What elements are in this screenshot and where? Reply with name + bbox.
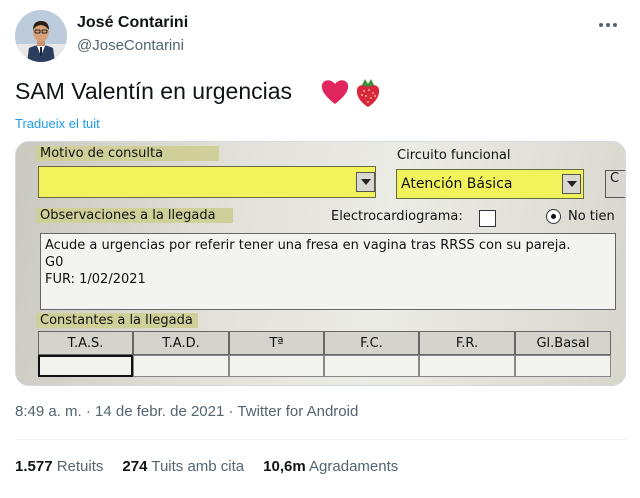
tweet-meta: 8:49 a. m. · 14 de febr. de 2021 · Twitt… — [15, 403, 358, 420]
tweet-media-image[interactable]: Motivo de consulta Circuito funcional At… — [15, 141, 626, 386]
retweets-stat[interactable]: 1.577 Retuits — [15, 458, 103, 475]
column-header: T.A.S. — [38, 331, 133, 355]
meta-separator: · — [85, 403, 91, 420]
author-handle[interactable]: @JoseContarini — [77, 37, 184, 54]
circuito-label: Circuito funcional — [397, 148, 511, 163]
quote-tweets-stat[interactable]: 274 Tuits amb cita — [122, 458, 244, 475]
tweet-header: José Contarini @JoseContarini — [15, 10, 625, 64]
avatar[interactable] — [15, 10, 67, 62]
no-tiene-radio — [546, 209, 561, 224]
divider — [15, 439, 626, 440]
table-cell — [38, 355, 133, 377]
stat-value: 274 — [122, 458, 148, 475]
likes-stat[interactable]: 10,6m Agradaments — [263, 458, 398, 475]
observaciones-label: Observaciones a la llegada — [36, 208, 233, 223]
column-header: T.A.D. — [133, 331, 229, 355]
tweet-text: SAM Valentín en urgencias — [15, 78, 293, 104]
column-header: Tª — [229, 331, 324, 355]
table-cell — [229, 355, 324, 377]
ecg-label: Electrocardiograma: — [331, 209, 463, 224]
meta-separator: · — [228, 403, 234, 420]
column-header: F.C. — [324, 331, 419, 355]
stat-value: 10,6m — [263, 458, 306, 475]
stat-label: Retuits — [56, 458, 104, 475]
tweet-stats: 1.577 Retuits 274 Tuits amb cita 10,6m A… — [15, 458, 417, 475]
tweet-source[interactable]: Twitter for Android — [237, 403, 358, 420]
motivo-dropdown-icon — [356, 172, 375, 192]
radio-label: No tien — [568, 209, 615, 224]
stat-label: Tuits amb cita — [151, 458, 245, 475]
circuito-value: Atención Básica — [401, 176, 513, 192]
column-header: F.R. — [419, 331, 515, 355]
translate-link[interactable]: Tradueix el tuit — [15, 116, 100, 131]
constantes-label: Constantes a la llegada — [36, 313, 198, 328]
ecg-checkbox — [479, 210, 496, 227]
stat-value: 1.577 — [15, 458, 53, 475]
avatar-image — [15, 10, 67, 62]
motivo-label: Motivo de consulta — [36, 146, 219, 161]
tweet-date[interactable]: 14 de febr. de 2021 — [95, 403, 224, 420]
table-cell — [324, 355, 419, 377]
stat-label: Agradaments — [309, 458, 399, 475]
heart-emoji-icon — [321, 80, 349, 104]
more-options-icon[interactable] — [595, 14, 621, 36]
author-name[interactable]: José Contarini — [77, 14, 188, 32]
column-header: Gl.Basal — [515, 331, 611, 355]
motivo-select — [38, 166, 376, 198]
note-line: FUR: 1/02/2021 — [45, 272, 146, 287]
observaciones-textbox: Acude a urgencias por referir tener una … — [40, 233, 616, 310]
side-button: C — [605, 170, 625, 198]
table-cell — [515, 355, 611, 377]
tweet-emojis — [320, 77, 383, 109]
circuito-select: Atención Básica — [396, 169, 584, 199]
note-line: Acude a urgencias por referir tener una … — [45, 238, 571, 253]
circuito-dropdown-icon — [562, 174, 581, 194]
tweet-time[interactable]: 8:49 a. m. — [15, 403, 82, 420]
note-line: G0 — [45, 255, 64, 270]
strawberry-emoji-icon — [356, 79, 380, 107]
table-cell — [419, 355, 515, 377]
table-cell — [133, 355, 229, 377]
medical-form-photo: Motivo de consulta Circuito funcional At… — [16, 142, 625, 385]
